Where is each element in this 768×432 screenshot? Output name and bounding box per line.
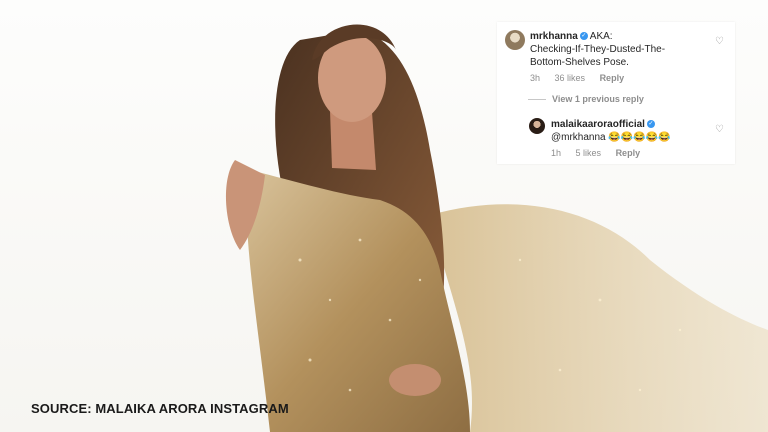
- avatar[interactable]: [505, 30, 525, 50]
- view-previous-replies[interactable]: View 1 previous reply: [528, 94, 644, 104]
- reply-button[interactable]: Reply: [616, 148, 641, 158]
- comment-text-line1: AKA:: [589, 31, 613, 42]
- avatar[interactable]: [529, 118, 545, 134]
- reply-text: @mrkhanna 😂😂😂😂😂: [551, 132, 671, 143]
- reply-body: malaikaaroraofficial ✓ @mrkhanna 😂😂😂😂😂: [551, 118, 711, 144]
- like-heart-icon[interactable]: ♡: [715, 36, 724, 47]
- comment-first-line: mrkhanna ✓ AKA:: [530, 30, 705, 43]
- view-previous-label: View 1 previous reply: [552, 94, 644, 104]
- comment-likes[interactable]: 36 likes: [555, 73, 586, 83]
- reply-meta: 1h 5 likes Reply: [551, 148, 652, 158]
- hand-shape: [389, 364, 441, 396]
- comment-body: mrkhanna ✓ AKA: Checking-If-They-Dusted-Th…: [530, 30, 705, 69]
- reply-header: malaikaaroraofficial ✓: [551, 118, 711, 131]
- source-caption: SOURCE: MALAIKA ARORA INSTAGRAM: [31, 401, 289, 416]
- verified-badge-icon: ✓: [646, 120, 655, 129]
- reply-username[interactable]: malaikaaroraofficial: [551, 119, 645, 130]
- comment-text-line2: Checking-If-They-Dusted-The-: [530, 44, 666, 55]
- reply-button[interactable]: Reply: [600, 73, 625, 83]
- verified-badge-icon: ✓: [579, 32, 588, 41]
- like-heart-icon[interactable]: ♡: [715, 124, 724, 135]
- comment-text-line3: Bottom-Shelves Pose.: [530, 57, 629, 68]
- saree-pallu-shape: [430, 204, 768, 432]
- instagram-comment-panel: mrkhanna ✓ AKA: Checking-If-They-Dusted-Th…: [497, 22, 735, 164]
- comment-time: 3h: [530, 73, 541, 83]
- reply-time: 1h: [551, 148, 562, 158]
- comment-username[interactable]: mrkhanna: [530, 31, 578, 42]
- reply-likes[interactable]: 5 likes: [576, 148, 602, 158]
- dash-divider: [528, 99, 546, 101]
- comment-meta: 3h 36 likes Reply: [530, 73, 636, 83]
